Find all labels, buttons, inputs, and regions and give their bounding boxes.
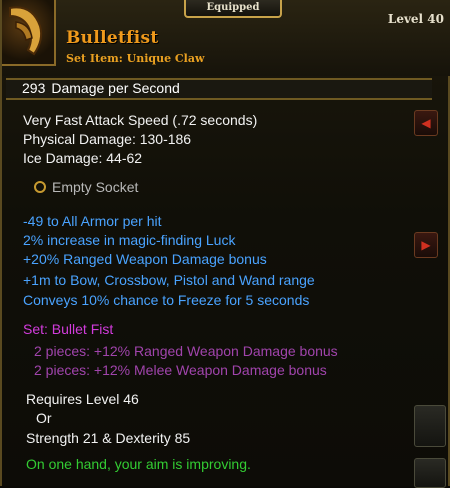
side-panel-slot-2[interactable] xyxy=(414,458,446,488)
stat-physical-damage: Physical Damage: 130-186 xyxy=(23,131,192,147)
dps-label: Damage per Second xyxy=(51,80,180,96)
flavor-text: On one hand, your aim is improving. xyxy=(26,456,251,472)
dps-value: 293 xyxy=(22,80,46,96)
requirement-level: Requires Level 46 xyxy=(26,391,139,407)
set-bonus-melee: 2 pieces: +12% Melee Weapon Damage bonus xyxy=(34,362,327,378)
magic-prop-luck: 2% increase in magic-finding Luck xyxy=(23,232,236,248)
set-title: Set: Bullet Fist xyxy=(23,321,114,337)
item-name: Bulletfist xyxy=(66,28,159,48)
tooltip-header: Equipped Bulletfist Set Item: Unique Cla… xyxy=(2,0,450,76)
item-tooltip: Equipped Bulletfist Set Item: Unique Cla… xyxy=(0,0,450,488)
item-type: Set Item: Unique Claw xyxy=(66,52,205,65)
claw-item-icon xyxy=(2,0,56,66)
equipped-tab[interactable]: Equipped xyxy=(184,0,282,18)
magic-prop-freeze: Conveys 10% chance to Freeze for 5 secon… xyxy=(23,292,310,308)
magic-prop-ranged-damage: +20% Ranged Weapon Damage bonus xyxy=(23,251,267,267)
set-bonus-ranged: 2 pieces: +12% Ranged Weapon Damage bonu… xyxy=(34,343,338,359)
magic-prop-armor: -49 to All Armor per hit xyxy=(23,213,162,229)
magic-prop-range: +1m to Bow, Crossbow, Pistol and Wand ra… xyxy=(23,272,315,288)
stat-ice-damage: Ice Damage: 44-62 xyxy=(23,150,143,166)
dps-readout: 293 Damage per Second xyxy=(22,80,186,96)
item-level: Level 40 xyxy=(387,12,444,26)
stat-attack-speed: Very Fast Attack Speed (.72 seconds) xyxy=(23,112,258,128)
empty-socket-label: Empty Socket xyxy=(52,179,139,195)
arrow-left-icon[interactable]: ◀ xyxy=(414,110,438,136)
arrow-right-icon[interactable]: ▶ xyxy=(414,232,438,258)
side-panel-slot[interactable] xyxy=(414,405,446,447)
socket-ring-icon xyxy=(34,181,46,193)
requirement-or: Or xyxy=(36,410,52,426)
requirement-stats: Strength 21 & Dexterity 85 xyxy=(26,430,191,446)
